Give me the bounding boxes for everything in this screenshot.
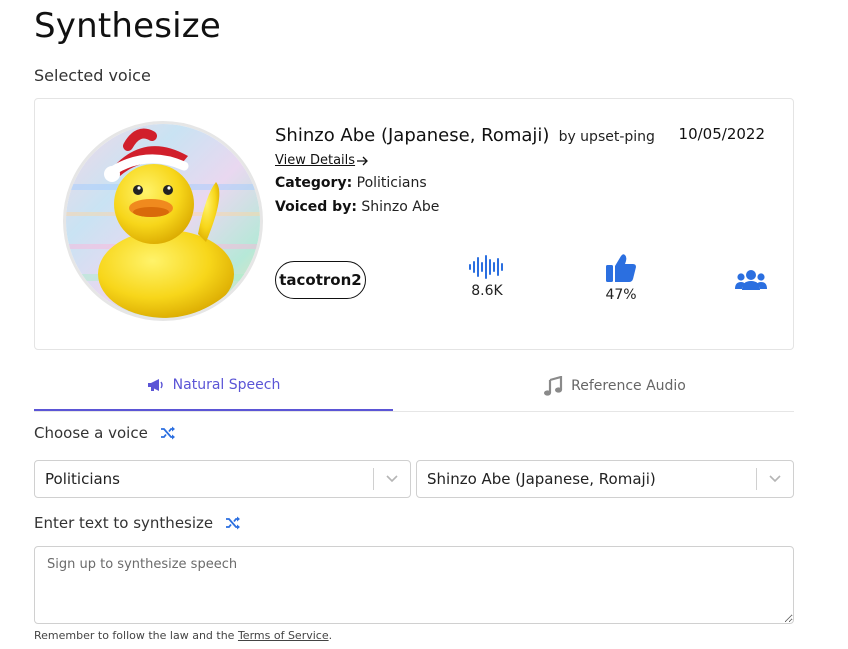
voiced-by-value: Shinzo Abe (361, 199, 440, 215)
voice-author[interactable]: by upset-ping (559, 129, 655, 145)
tab-natural-speech-label: Natural Speech (172, 376, 281, 393)
view-details-label: View Details (275, 153, 356, 168)
uses-stat: 8.6K (467, 255, 507, 299)
model-badge: tacotron2 (275, 261, 366, 299)
shuffle-icon[interactable] (160, 426, 176, 440)
legal-footnote: Remember to follow the law and the Terms… (34, 629, 332, 642)
tab-natural-speech[interactable]: Natural Speech (34, 360, 393, 411)
terms-of-service-link[interactable]: Terms of Service (238, 629, 329, 642)
choose-voice-label-row: Choose a voice (34, 424, 176, 442)
category-label: Category: (275, 175, 353, 191)
rating-value: 47% (605, 287, 637, 303)
voice-voiced-by: Voiced by: Shinzo Abe (275, 199, 439, 215)
voice-title-row: Shinzo Abe (Japanese, Romaji) by upset-p… (275, 125, 655, 146)
category-select[interactable]: Politicians (34, 460, 411, 498)
enter-text-label-row: Enter text to synthesize (34, 514, 241, 532)
voice-select[interactable]: Shinzo Abe (Japanese, Romaji) (416, 460, 794, 498)
chevron-down-icon[interactable] (374, 475, 410, 483)
category-select-value: Politicians (45, 470, 120, 488)
group-stat[interactable] (735, 269, 767, 291)
footnote-text: Remember to follow the law and the (34, 629, 238, 642)
voice-select-value: Shinzo Abe (Japanese, Romaji) (427, 470, 656, 488)
voice-name: Shinzo Abe (Japanese, Romaji) (275, 125, 550, 146)
rating-stat[interactable]: 47% (601, 253, 641, 303)
footnote-end: . (328, 629, 333, 642)
choose-voice-label: Choose a voice (34, 424, 148, 442)
users-icon (735, 270, 767, 290)
selected-voice-label: Selected voice (34, 66, 151, 85)
chevron-down-icon[interactable] (757, 475, 793, 483)
category-value: Politicians (356, 175, 427, 191)
megaphone-icon (147, 378, 163, 391)
synthesize-text-input[interactable] (34, 546, 794, 624)
sound-wave-icon (469, 255, 503, 279)
shuffle-icon[interactable] (225, 516, 241, 530)
tab-reference-audio[interactable]: Reference Audio (435, 360, 794, 412)
uses-count: 8.6K (471, 283, 503, 299)
voice-category: Category: Politicians (275, 175, 427, 191)
speech-mode-tabs: Natural Speech Reference Audio (34, 360, 794, 412)
music-note-icon (544, 376, 563, 396)
voice-avatar (63, 121, 263, 321)
page-title: Synthesize (34, 6, 221, 46)
enter-text-label: Enter text to synthesize (34, 514, 214, 532)
voiced-by-label: Voiced by: (275, 199, 357, 215)
voice-card: Shinzo Abe (Japanese, Romaji) by upset-p… (34, 98, 794, 350)
arrow-right-icon (357, 156, 368, 165)
tab-reference-audio-label: Reference Audio (571, 378, 686, 394)
voice-date: 10/05/2022 (678, 125, 765, 143)
thumbs-up-icon (606, 254, 636, 282)
view-details-link[interactable]: View Details (275, 153, 369, 168)
